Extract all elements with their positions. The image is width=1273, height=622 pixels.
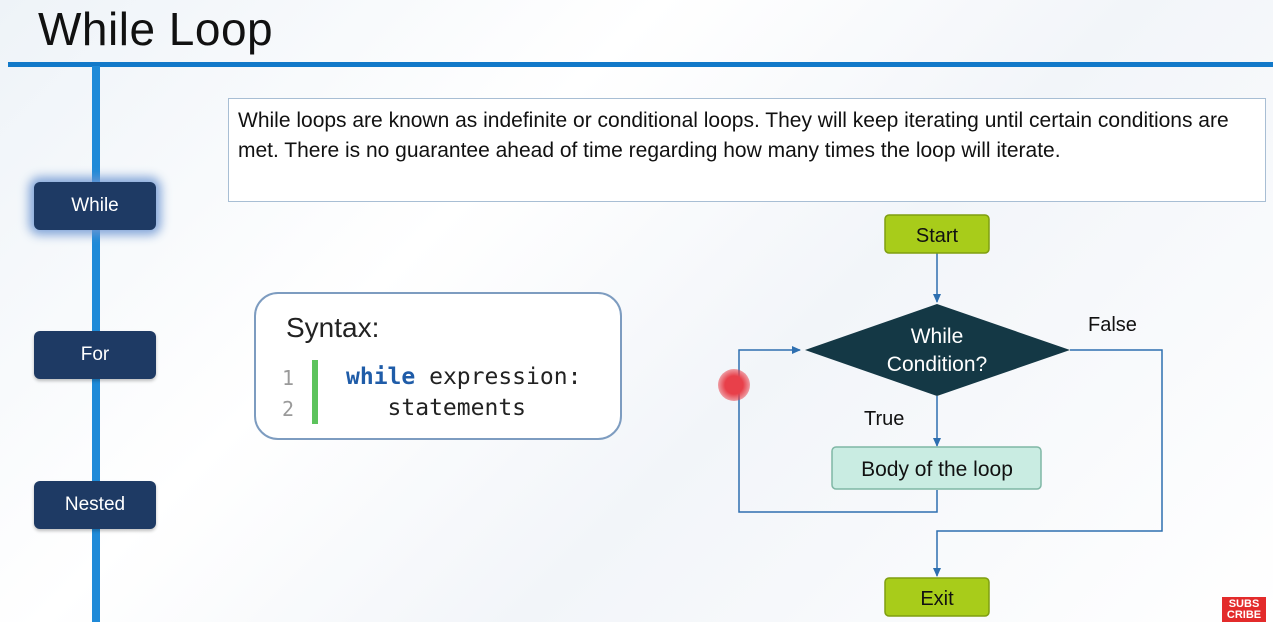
flowchart: Start While Condition? False True Body o…: [738, 214, 1163, 617]
subscribe-badge[interactable]: SUBS CRIBE: [1222, 597, 1266, 622]
true-label: True: [864, 408, 904, 430]
laser-pointer: [718, 369, 750, 401]
condition-node: [805, 304, 1070, 396]
body-label: Body of the loop: [861, 458, 1013, 481]
false-label: False: [1088, 314, 1137, 336]
start-label: Start: [916, 225, 959, 247]
exit-label: Exit: [920, 588, 954, 610]
subscribe-text-2: CRIBE: [1226, 609, 1262, 621]
condition-label-line2: Condition?: [887, 353, 987, 376]
condition-label-line1: While: [911, 325, 964, 348]
